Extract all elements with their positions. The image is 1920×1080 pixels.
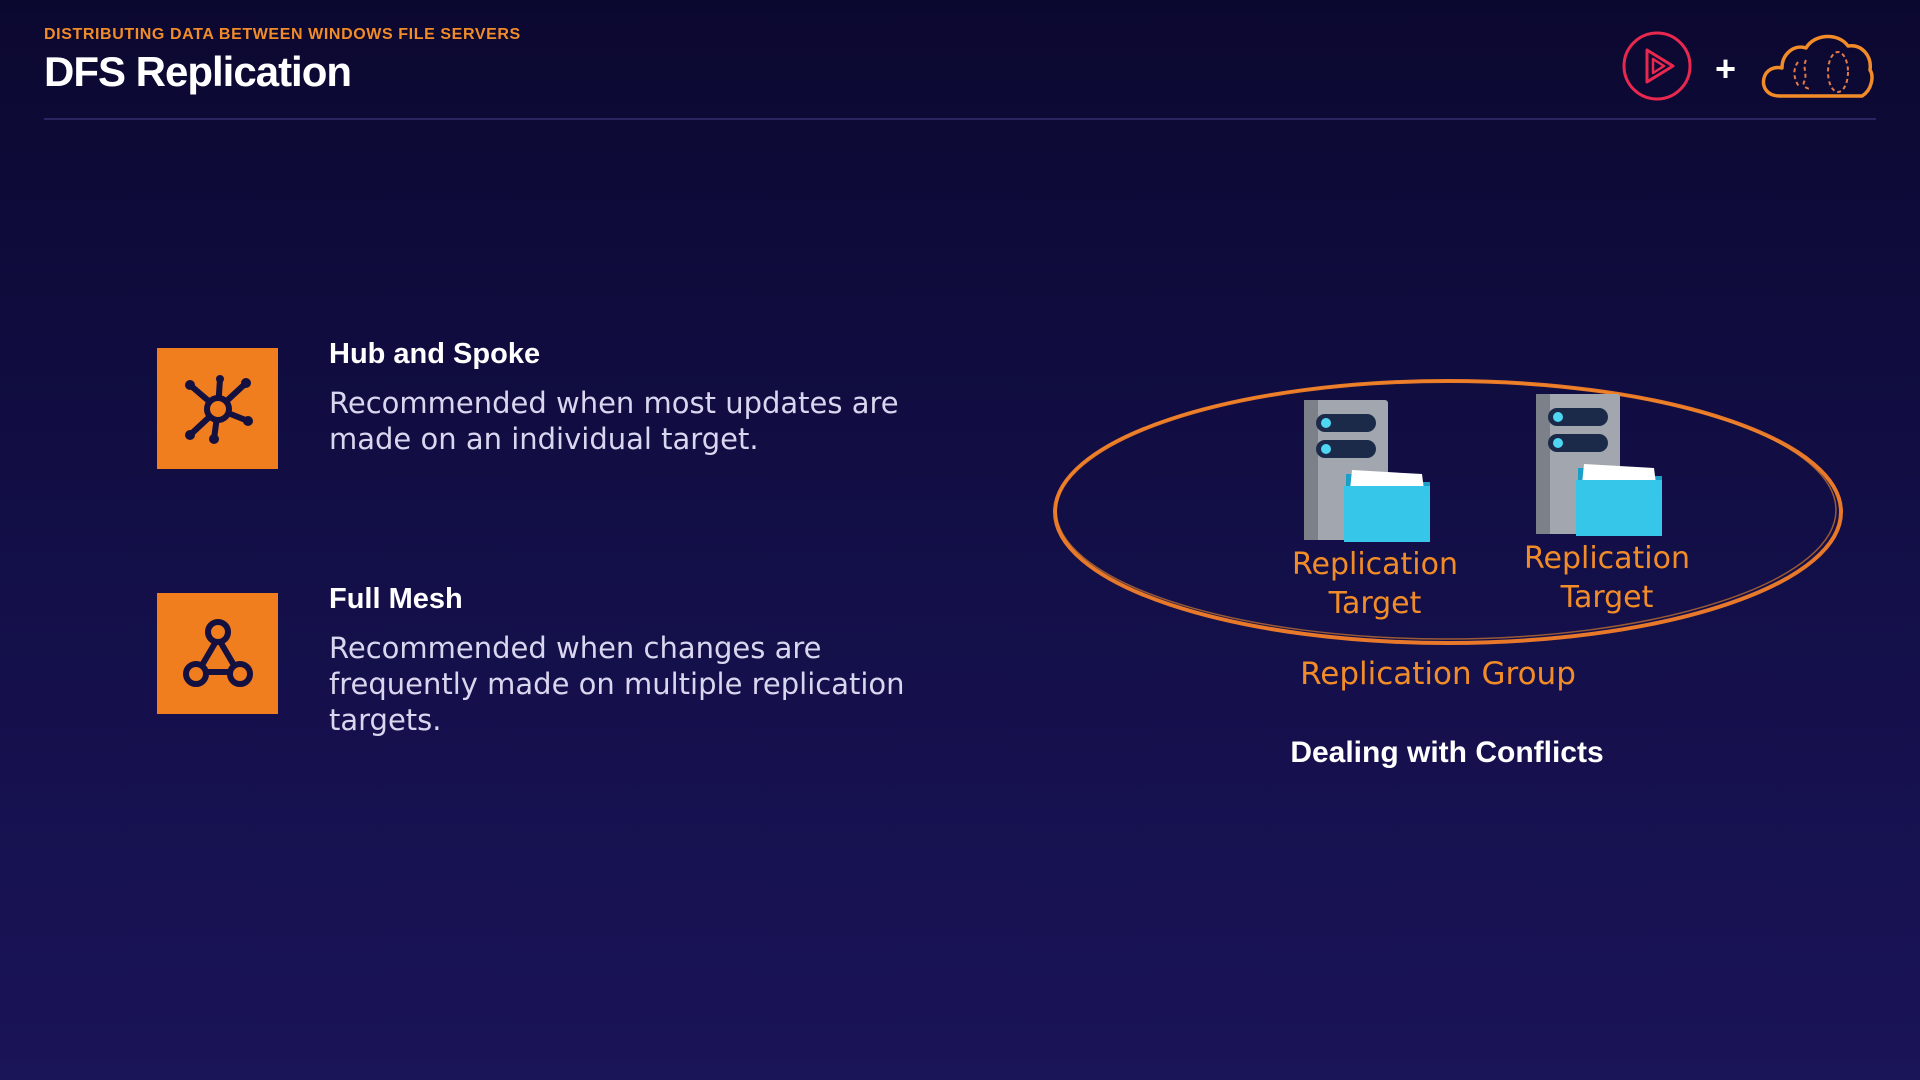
cloud-logo-icon (1758, 30, 1876, 107)
feature-title: Full Mesh (329, 583, 463, 615)
replication-group-label: Replication Group (1300, 656, 1576, 692)
plus-sign: + (1714, 47, 1736, 89)
page-title: DFS Replication (44, 48, 352, 95)
header-divider (44, 118, 1876, 120)
feature-description: Recommended when changes are frequently … (329, 631, 905, 737)
replication-group-ellipse (1053, 379, 1843, 645)
hub-spoke-icon (157, 348, 278, 469)
full-mesh-icon (157, 593, 278, 714)
replication-target-label: Replication Target (1291, 547, 1458, 621)
server-folder-icon (1304, 400, 1430, 542)
feature-description: Recommended when most updates are made o… (329, 386, 899, 456)
feature-full-mesh: Full Mesh Recommended when changes are f… (157, 583, 909, 738)
feature-title: Hub and Spoke (329, 338, 541, 370)
replication-group-diagram: Replication Target Replication Target Re… (1040, 360, 1860, 692)
replication-target-label: Replication Target (1523, 541, 1690, 615)
brand-logos: + (1621, 30, 1876, 107)
pluralsight-logo-icon (1621, 30, 1693, 107)
server-folder-icon (1536, 394, 1662, 536)
dealing-with-conflicts-label: Dealing with Conflicts (1290, 736, 1604, 769)
header: DISTRIBUTING DATA BETWEEN WINDOWS FILE S… (44, 26, 521, 96)
feature-hub-and-spoke: Hub and Spoke Recommended when most upda… (157, 338, 909, 469)
section-eyebrow: DISTRIBUTING DATA BETWEEN WINDOWS FILE S… (44, 26, 521, 43)
